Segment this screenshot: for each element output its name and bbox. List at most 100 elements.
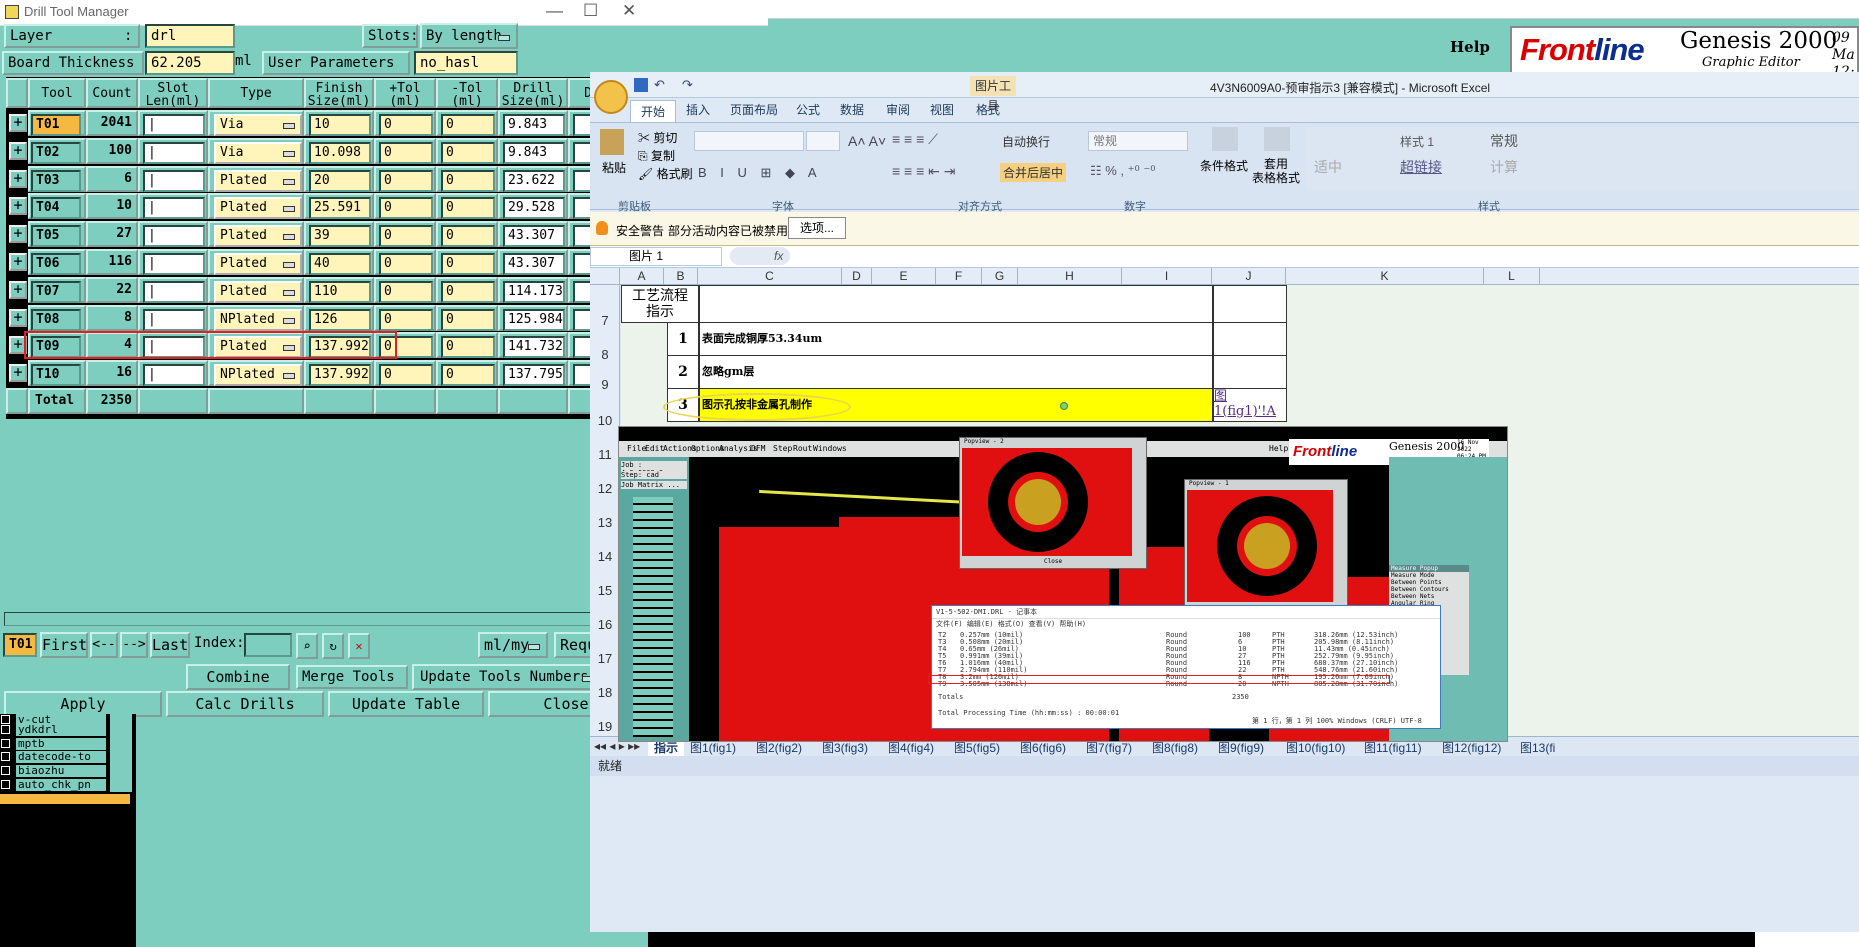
column-header[interactable]: A bbox=[620, 268, 664, 285]
hyperlink-cell[interactable]: 图 1(fig1)'!A bbox=[1213, 388, 1287, 422]
column-header[interactable]: I bbox=[1122, 268, 1212, 285]
row-header[interactable]: 13 bbox=[590, 515, 620, 530]
expand-icon[interactable]: + bbox=[9, 169, 27, 188]
tab-formulas[interactable]: 公式 bbox=[796, 101, 820, 118]
conditional-format-button[interactable]: 条件格式 bbox=[1200, 157, 1248, 174]
column-header[interactable]: D bbox=[842, 268, 872, 285]
table-format-button[interactable]: 套用 表格格式 bbox=[1252, 157, 1300, 185]
plus-tol-input[interactable]: 0 bbox=[379, 225, 433, 248]
update-tools-numbers-button[interactable]: Update Tools Numbers bbox=[412, 664, 602, 690]
tool-id[interactable]: T10 bbox=[31, 364, 81, 387]
type-option-button[interactable]: Plated bbox=[214, 169, 302, 192]
item-text-cell[interactable]: 表面完成铜厚53.34um bbox=[699, 322, 1213, 356]
plus-tol-input[interactable]: 0 bbox=[379, 280, 433, 303]
minus-tol-input[interactable]: 0 bbox=[441, 141, 495, 164]
office-button[interactable] bbox=[594, 80, 628, 114]
table-horizontal-scrollbar[interactable] bbox=[4, 612, 644, 626]
row-header[interactable]: 17 bbox=[590, 651, 620, 666]
user-parameters-field[interactable]: no_hasl bbox=[414, 51, 518, 75]
minus-tol-input[interactable]: 0 bbox=[441, 169, 495, 192]
row-header[interactable]: 9 bbox=[590, 377, 620, 392]
expand-icon[interactable]: + bbox=[9, 114, 27, 132]
embedded-screenshot[interactable]: File Edit Actions Options Analysis DFM S… bbox=[618, 426, 1508, 742]
tab-home[interactable]: 开始 bbox=[630, 100, 677, 122]
type-option-button[interactable]: Via bbox=[214, 114, 302, 136]
finish-size-input[interactable]: 25.591 bbox=[309, 197, 371, 220]
row-header[interactable]: 12 bbox=[590, 481, 620, 496]
sheet-cell[interactable] bbox=[1213, 355, 1287, 389]
expand-icon[interactable]: + bbox=[9, 225, 27, 244]
minus-tol-input[interactable]: 0 bbox=[441, 197, 495, 220]
drill-size-input[interactable]: 114.173 bbox=[503, 280, 565, 303]
column-header[interactable]: B bbox=[664, 268, 698, 285]
expand-icon[interactable]: + bbox=[9, 197, 27, 216]
delete-icon[interactable]: ✕ bbox=[348, 633, 370, 659]
font-name-select[interactable] bbox=[694, 131, 804, 151]
finish-size-input[interactable]: 40 bbox=[309, 253, 371, 275]
tab-data[interactable]: 数据 bbox=[840, 101, 864, 118]
combine-tools-button[interactable]: Combine Tools bbox=[186, 664, 290, 708]
drill-size-input[interactable]: 23.622 bbox=[503, 169, 565, 192]
plus-tol-input[interactable]: 0 bbox=[379, 308, 433, 331]
units-option-button[interactable]: ml/my bbox=[478, 632, 548, 658]
last-button[interactable]: Last bbox=[150, 632, 190, 658]
drill-size-input[interactable]: 137.795 bbox=[503, 364, 565, 387]
sheet-tab[interactable]: 图13(fi bbox=[1520, 739, 1555, 756]
save-icon[interactable] bbox=[634, 78, 648, 92]
plus-tol-input[interactable]: 0 bbox=[379, 141, 433, 164]
tool-id[interactable]: T01 bbox=[31, 114, 81, 136]
style-medium[interactable]: 适中 bbox=[1314, 157, 1342, 177]
cut-button[interactable]: ✂ 剪切 bbox=[638, 129, 677, 146]
finish-size-input[interactable]: 20 bbox=[309, 169, 371, 192]
slots-option-button[interactable]: By length bbox=[420, 23, 518, 49]
list-item[interactable]: auto_chk_pn bbox=[1, 779, 106, 792]
number-format-select[interactable]: 常规 bbox=[1088, 131, 1188, 151]
tab-view[interactable]: 视图 bbox=[930, 101, 954, 118]
align-horizontal-icons[interactable]: ≡ ≡ ≡ ⇤ ⇥ bbox=[892, 163, 992, 183]
undo-icon[interactable]: ↶ bbox=[654, 77, 665, 93]
row-header[interactable]: 7 bbox=[590, 313, 620, 328]
slot-len-input[interactable]: | bbox=[143, 253, 205, 275]
slot-len-input[interactable]: | bbox=[143, 308, 205, 331]
drill-size-input[interactable]: 9.843 bbox=[503, 141, 565, 164]
list-item[interactable]: datecode-to bbox=[1, 751, 106, 764]
expand-icon[interactable]: + bbox=[9, 280, 27, 299]
type-option-button[interactable]: NPlated bbox=[214, 364, 302, 387]
sheet-cell[interactable] bbox=[1213, 322, 1287, 356]
tool-id[interactable]: T06 bbox=[31, 253, 81, 275]
row-header[interactable]: 19 bbox=[590, 719, 620, 734]
minus-tol-input[interactable]: 0 bbox=[441, 114, 495, 136]
board-thickness-field[interactable]: 62.205 bbox=[145, 51, 235, 75]
row-header[interactable]: 18 bbox=[590, 685, 620, 700]
finish-size-input[interactable]: 10.098 bbox=[309, 141, 371, 164]
tool-id[interactable]: T07 bbox=[31, 280, 81, 303]
genesis-help-menu[interactable]: Help bbox=[1450, 38, 1490, 56]
slot-len-input[interactable]: | bbox=[143, 280, 205, 303]
column-header[interactable]: C bbox=[698, 268, 842, 285]
plus-tol-input[interactable]: 0 bbox=[379, 114, 433, 136]
index-field[interactable] bbox=[244, 633, 292, 657]
minus-tol-input[interactable]: 0 bbox=[441, 308, 495, 331]
copy-button[interactable]: ⎘ 复制 bbox=[638, 147, 675, 164]
rotation-handle[interactable] bbox=[1060, 402, 1068, 410]
drill-size-input[interactable]: 9.843 bbox=[503, 114, 565, 136]
item-text-cell[interactable]: 忽略gm层 bbox=[699, 355, 1213, 389]
slot-len-input[interactable]: | bbox=[143, 141, 205, 164]
expand-icon[interactable]: + bbox=[9, 364, 27, 383]
drill-size-input[interactable]: 29.528 bbox=[503, 197, 565, 220]
style-1[interactable]: 样式 1 bbox=[1400, 133, 1434, 150]
row-header[interactable]: 14 bbox=[590, 549, 620, 564]
type-option-button[interactable]: Via bbox=[214, 141, 302, 164]
row-header[interactable]: 10 bbox=[590, 413, 620, 428]
tool-id[interactable]: T03 bbox=[31, 169, 81, 192]
next-button[interactable]: --> bbox=[120, 632, 148, 658]
drill-size-input[interactable]: 141.732 bbox=[503, 336, 565, 359]
process-header-cell[interactable]: 工艺流程 指示 bbox=[621, 285, 699, 323]
layer-field[interactable]: drl bbox=[145, 24, 235, 48]
column-header[interactable]: H bbox=[1018, 268, 1122, 285]
type-option-button[interactable]: Plated bbox=[214, 253, 302, 275]
minimize-icon[interactable]: — bbox=[546, 1, 563, 21]
type-option-button[interactable]: Plated bbox=[214, 197, 302, 220]
row-header[interactable]: 8 bbox=[590, 347, 620, 362]
plus-tol-input[interactable]: 0 bbox=[379, 169, 433, 192]
